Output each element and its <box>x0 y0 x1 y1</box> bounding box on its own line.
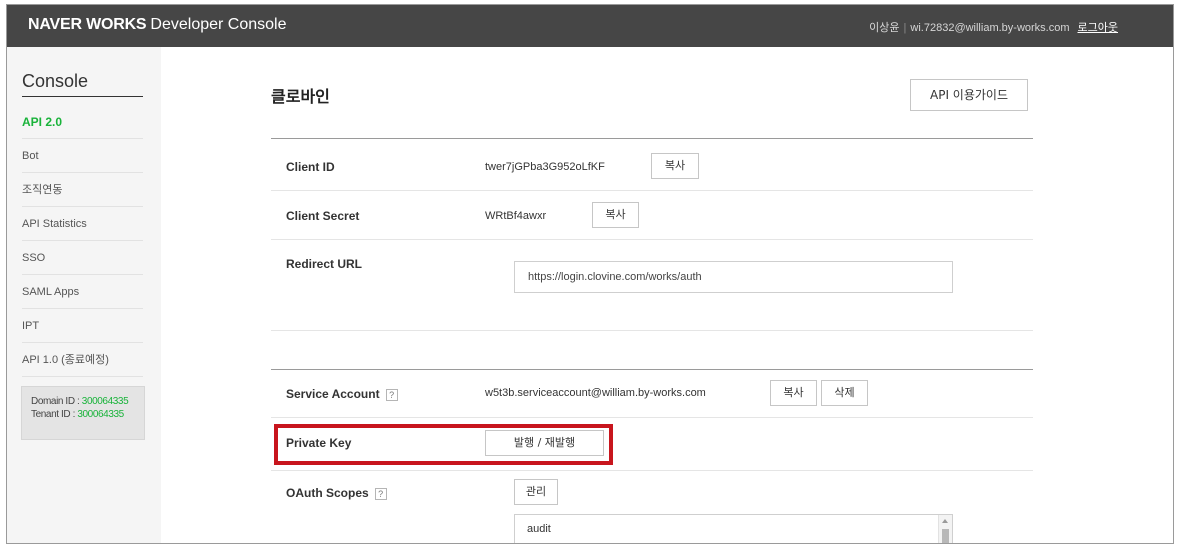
service-account-label-text: Service Account <box>286 387 380 401</box>
copy-client-id-button[interactable]: 복사 <box>651 153 699 179</box>
divider <box>271 369 1033 370</box>
divider <box>271 330 1033 331</box>
user-separator: | <box>903 22 907 34</box>
browser-frame: NAVER WORKS Developer Console 이상윤 | wi.7283… <box>6 4 1174 544</box>
user-email: wi.72832@william.by-works.com <box>910 22 1070 34</box>
user-info: 이상윤 | wi.72832@william.by-works.com 로그아웃 <box>869 19 1118 35</box>
redirect-url-label: Redirect URL <box>286 257 363 271</box>
scope-list[interactable]: audit <box>514 514 953 543</box>
manage-scopes-button[interactable]: 관리 <box>514 479 558 505</box>
oauth-scopes-label: OAuth Scopes? <box>286 486 387 500</box>
api-guide-button[interactable]: API 이용가이드 <box>910 79 1028 111</box>
sidebar-item-org-sync[interactable]: 조직연동 <box>22 173 143 207</box>
copy-client-secret-button[interactable]: 복사 <box>592 202 639 228</box>
divider <box>271 470 1033 471</box>
oauth-scopes-label-text: OAuth Scopes <box>286 486 369 500</box>
domain-id: Domain ID : 300064335 <box>31 395 144 408</box>
tenant-id-label: Tenant ID : <box>31 409 78 420</box>
sidebar-item-sso[interactable]: SSO <box>22 241 143 275</box>
service-account-value: w5t3b.serviceaccount@william.by-works.co… <box>485 387 706 399</box>
divider <box>271 138 1033 139</box>
scrollbar-thumb[interactable] <box>942 529 949 543</box>
scrollbar[interactable] <box>938 515 952 543</box>
brand-logo[interactable]: NAVER WORKS Developer Console <box>28 16 286 34</box>
tenant-id-value: 300064335 <box>77 409 124 420</box>
client-secret-label: Client Secret <box>286 209 360 223</box>
divider <box>271 239 1033 240</box>
client-id-label: Client ID <box>286 160 335 174</box>
brand-product: Developer Console <box>150 16 287 33</box>
help-icon[interactable]: ? <box>385 388 398 401</box>
domain-id-value: 300064335 <box>81 396 129 407</box>
sidebar-item-api-1-0[interactable]: API 1.0 (종료예정) <box>22 343 143 377</box>
main-content: 클로바인 API 이용가이드 Client ID twer7jGPba3G952… <box>161 47 1173 543</box>
delete-service-account-button[interactable]: 삭제 <box>821 380 868 406</box>
brand-name: NAVER WORKS <box>28 16 147 33</box>
list-item: audit <box>527 523 551 535</box>
divider <box>271 190 1033 191</box>
sidebar: Console API 2.0 Bot 조직연동 API Statistics … <box>7 47 161 543</box>
top-bar: NAVER WORKS Developer Console 이상윤 | wi.7283… <box>7 5 1173 47</box>
service-account-label: Service Account? <box>286 387 398 401</box>
logout-link[interactable]: 로그아웃 <box>1078 22 1118 34</box>
sidebar-item-api-statistics[interactable]: API Statistics <box>22 207 143 241</box>
sidebar-item-ipt[interactable]: IPT <box>22 309 143 343</box>
domain-info-box: Domain ID : 300064335 Tenant ID : 300064… <box>21 386 145 440</box>
sidebar-menu: API 2.0 Bot 조직연동 API Statistics SSO SAML… <box>22 105 143 377</box>
scroll-up-icon[interactable] <box>942 519 948 523</box>
highlight-box <box>274 424 613 465</box>
copy-service-account-button[interactable]: 복사 <box>770 380 817 406</box>
help-icon[interactable]: ? <box>374 487 387 500</box>
sidebar-item-bot[interactable]: Bot <box>22 139 143 173</box>
sidebar-item-saml-apps[interactable]: SAML Apps <box>22 275 143 309</box>
domain-id-label: Domain ID : <box>31 396 82 407</box>
sidebar-item-api-2-0[interactable]: API 2.0 <box>22 105 143 139</box>
client-secret-value: WRtBf4awxr <box>485 210 547 222</box>
divider <box>271 417 1033 418</box>
tenant-id: Tenant ID : 300064335 <box>31 408 144 421</box>
user-name: 이상윤 <box>869 22 900 34</box>
page-title: 클로바인 <box>271 89 330 106</box>
sidebar-title: Console <box>22 71 143 97</box>
redirect-url-input[interactable]: https://login.clovine.com/works/auth <box>514 261 953 293</box>
client-id-value: twer7jGPba3G952oLfKF <box>485 161 605 173</box>
